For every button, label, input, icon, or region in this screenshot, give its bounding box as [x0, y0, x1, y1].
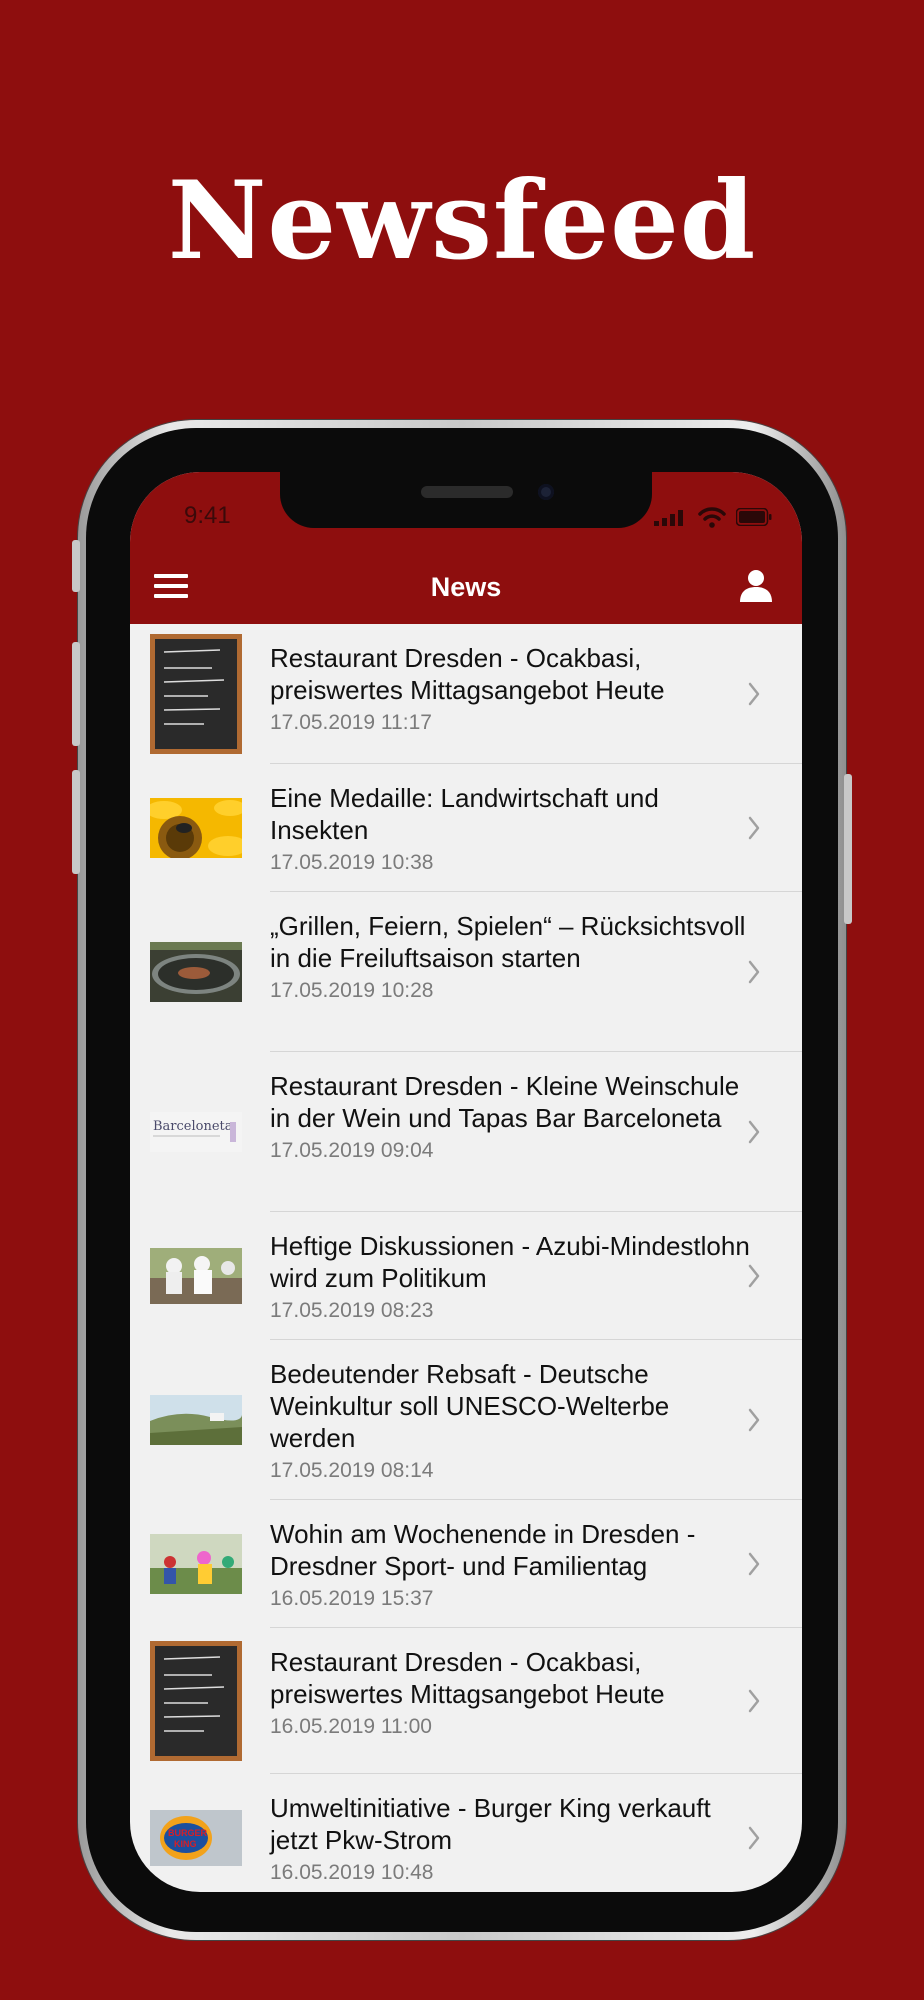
phone-bezel: 9:41 News Restaurant Dresden - Ocakbasi,…	[86, 428, 838, 1932]
news-title: Wohin am Wochenende in Dresden - Dresdne…	[270, 1519, 696, 1581]
top-navigation-bar: News	[130, 552, 802, 624]
svg-text:KING: KING	[174, 1839, 197, 1849]
bee-on-sunflower-thumbnail	[150, 798, 242, 858]
status-time: 9:41	[184, 502, 231, 529]
news-list-item[interactable]: Restaurant Dresden - Ocakbasi, preiswert…	[130, 624, 802, 764]
burger-king-sign-thumbnail: BURGER KING	[150, 1810, 242, 1866]
barceloneta-logo-thumbnail: Barceloneta	[150, 1112, 242, 1152]
battery-icon	[736, 508, 772, 526]
news-list-item[interactable]: Restaurant Dresden - Ocakbasi, preiswert…	[130, 1628, 802, 1774]
chevron-right-icon	[748, 682, 760, 706]
app-screen: 9:41 News Restaurant Dresden - Ocakbasi,…	[130, 472, 802, 1892]
news-title: Eine Medaille: Landwirtschaft und Insekt…	[270, 783, 659, 845]
grill-thumbnail	[150, 942, 242, 1002]
news-title: Umweltinitiative - Burger King verkauft …	[270, 1793, 711, 1855]
mute-switch	[72, 540, 80, 592]
news-date: 17.05.2019 09:04	[270, 1139, 434, 1162]
chevron-right-icon	[748, 1689, 760, 1713]
chevron-right-icon	[748, 1264, 760, 1288]
status-bar: 9:41	[130, 472, 802, 552]
chevron-right-icon	[748, 816, 760, 840]
svg-text:Barceloneta: Barceloneta	[153, 1119, 233, 1134]
news-date: 17.05.2019 08:23	[270, 1299, 434, 1322]
chalkboard-menu-thumbnail	[150, 634, 242, 754]
news-date: 17.05.2019 11:17	[270, 711, 432, 734]
chevron-right-icon	[748, 1552, 760, 1576]
news-title: Bedeutender Rebsaft - Deutsche Weinkultu…	[270, 1359, 670, 1453]
speaker-grille	[421, 486, 513, 498]
vineyard-landscape-thumbnail	[150, 1395, 242, 1445]
volume-down-button	[72, 770, 80, 874]
cellular-signal-icon	[654, 510, 683, 526]
news-list-item[interactable]: Eine Medaille: Landwirtschaft und Insekt…	[130, 764, 802, 892]
news-title: Restaurant Dresden - Kleine Weinschule i…	[270, 1071, 740, 1133]
front-camera	[538, 484, 554, 500]
chevron-right-icon	[748, 960, 760, 984]
page-title: News	[430, 572, 502, 602]
chevron-right-icon	[748, 1826, 760, 1850]
chefs-kitchen-thumbnail	[150, 1248, 242, 1304]
news-title: Heftige Diskussionen - Azubi-Mindestlohn…	[270, 1231, 750, 1293]
chevron-right-icon	[748, 1120, 760, 1144]
user-profile-icon[interactable]	[736, 566, 776, 606]
news-list-item[interactable]: Bedeutender Rebsaft - Deutsche Weinkultu…	[130, 1340, 802, 1500]
news-date: 17.05.2019 10:38	[270, 851, 434, 874]
news-list-item[interactable]: „Grillen, Feiern, Spielen“ – Rücksichtsv…	[130, 892, 802, 1052]
news-list-item[interactable]: Barceloneta Restaurant Dresden - Kleine W…	[130, 1052, 802, 1212]
wifi-icon	[698, 507, 726, 528]
news-title: Restaurant Dresden - Ocakbasi, preiswert…	[270, 643, 665, 705]
news-list: Restaurant Dresden - Ocakbasi, preiswert…	[130, 624, 802, 1892]
notch	[280, 472, 652, 528]
family-event-thumbnail	[150, 1534, 242, 1594]
news-list-item[interactable]: BURGER KING Umweltinitiative - Burger King…	[130, 1774, 802, 1892]
news-date: 16.05.2019 10:48	[270, 1861, 434, 1884]
promo-headline: Newsfeed	[167, 158, 757, 284]
news-list-item[interactable]: Wohin am Wochenende in Dresden - Dresdne…	[130, 1500, 802, 1628]
svg-text:BURGER: BURGER	[168, 1828, 208, 1838]
news-date: 16.05.2019 11:00	[270, 1715, 432, 1738]
news-list-item[interactable]: Heftige Diskussionen - Azubi-Mindestlohn…	[130, 1212, 802, 1340]
phone-frame: 9:41 News Restaurant Dresden - Ocakbasi,…	[72, 420, 852, 1940]
news-date: 16.05.2019 15:37	[270, 1587, 434, 1610]
news-title: „Grillen, Feiern, Spielen“ – Rücksichtsv…	[270, 911, 746, 973]
news-date: 17.05.2019 10:28	[270, 979, 434, 1002]
power-button	[844, 774, 852, 924]
chalkboard-menu-thumbnail	[150, 1641, 242, 1761]
news-date: 17.05.2019 08:14	[270, 1459, 434, 1482]
news-title: Restaurant Dresden - Ocakbasi, preiswert…	[270, 1647, 665, 1709]
volume-up-button	[72, 642, 80, 746]
chevron-right-icon	[748, 1408, 760, 1432]
